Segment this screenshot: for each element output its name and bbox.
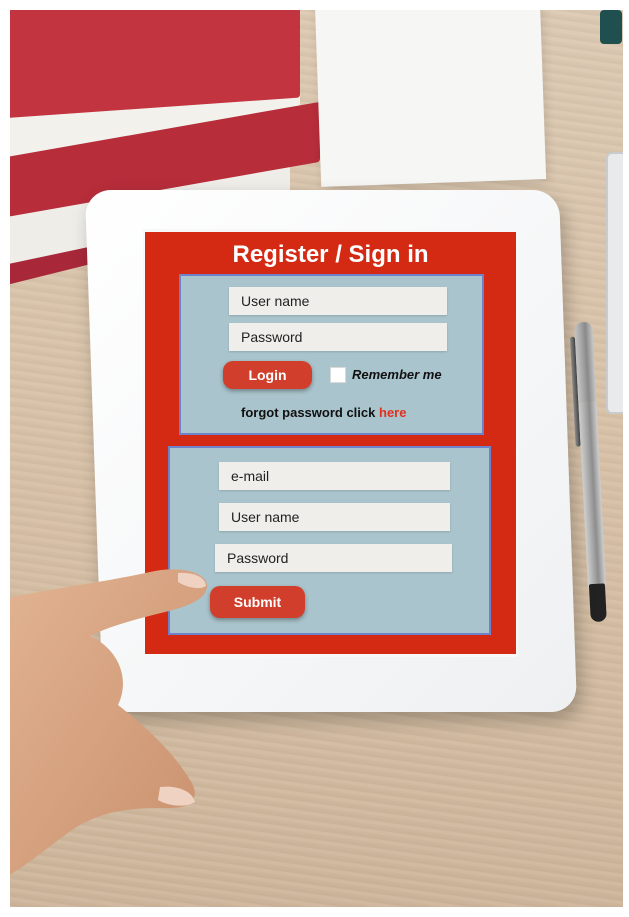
photo-frame: [0, 0, 629, 917]
